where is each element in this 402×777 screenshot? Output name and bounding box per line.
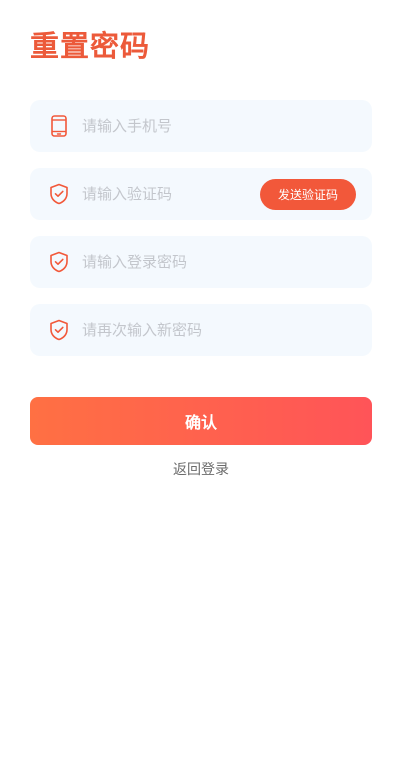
phone-icon <box>48 115 70 137</box>
confirm-button[interactable]: 确认 <box>30 397 372 445</box>
password-input[interactable] <box>82 236 282 288</box>
shield-check-icon <box>48 251 70 273</box>
verification-code-input[interactable] <box>82 168 232 220</box>
confirm-password-field-container <box>30 304 372 356</box>
page-title: 重置密码 <box>30 29 151 63</box>
password-field-container <box>30 236 372 288</box>
send-code-button[interactable]: 发送验证码 <box>260 179 356 210</box>
back-to-login-link[interactable]: 返回登录 <box>0 460 402 480</box>
phone-input[interactable] <box>82 100 282 152</box>
phone-field-container <box>30 100 372 152</box>
shield-check-icon <box>48 319 70 341</box>
shield-check-icon <box>48 183 70 205</box>
code-field-container: 发送验证码 <box>30 168 372 220</box>
confirm-password-input[interactable] <box>82 304 282 356</box>
